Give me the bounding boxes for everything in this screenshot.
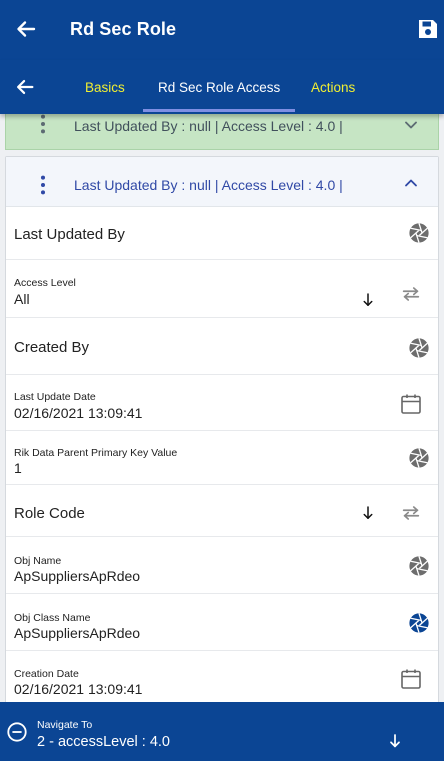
field-creation-date[interactable]: Creation Date 02/16/2021 13:09:41 xyxy=(6,651,438,702)
field-access-level[interactable]: Access Level All xyxy=(6,260,438,318)
field-value: 02/16/2021 13:09:41 xyxy=(14,405,143,421)
swap-icon[interactable] xyxy=(400,283,422,305)
calendar-icon[interactable] xyxy=(399,667,423,691)
tab-basics[interactable]: Basics xyxy=(85,80,125,95)
record-summary: Last Updated By : null | Access Level : … xyxy=(74,118,343,134)
field-obj-class-name[interactable]: Obj Class Name ApSuppliersApRdeo xyxy=(6,594,438,651)
field-role-code[interactable]: Role Code xyxy=(6,485,438,537)
field-label: Access Level xyxy=(14,277,76,289)
save-icon[interactable] xyxy=(416,17,440,41)
tab-actions[interactable]: Actions xyxy=(311,80,355,95)
field-value: All xyxy=(14,291,30,307)
record-card-header[interactable]: Last Updated By : null | Access Level : … xyxy=(6,157,438,207)
field-label: Obj Class Name xyxy=(14,612,91,624)
field-value: ApSuppliersApRdeo xyxy=(14,625,141,641)
record-card-expanded: Last Updated By : null | Access Level : … xyxy=(5,156,439,702)
active-tab-indicator xyxy=(143,109,295,112)
navigate-to-label: Navigate To xyxy=(37,719,93,731)
record-card-collapsed[interactable]: Last Updated By : null | Access Level : … xyxy=(5,114,439,150)
app-bar: Rd Sec Role xyxy=(0,0,444,60)
field-label: Obj Name xyxy=(14,555,62,567)
aperture-icon[interactable] xyxy=(408,337,430,359)
more-vert-icon[interactable] xyxy=(39,174,47,196)
arrow-down-icon[interactable] xyxy=(387,732,403,750)
minus-circle-icon[interactable] xyxy=(6,721,28,743)
calendar-icon[interactable] xyxy=(399,392,423,416)
sort-down-icon[interactable] xyxy=(359,504,377,522)
field-last-update-date[interactable]: Last Update Date 02/16/2021 13:09:41 xyxy=(6,375,438,431)
back-arrow-icon[interactable] xyxy=(14,17,38,41)
tab-back-arrow-icon[interactable] xyxy=(14,76,36,98)
field-label: Last Updated By xyxy=(14,226,125,243)
field-obj-name[interactable]: Obj Name ApSuppliersApRdeo xyxy=(6,537,438,594)
tab-bar: Basics Rd Sec Role Access Actions xyxy=(0,60,444,114)
aperture-icon[interactable] xyxy=(408,612,430,634)
field-label: Created By xyxy=(14,339,90,356)
page-title: Rd Sec Role xyxy=(70,19,177,39)
field-label: Role Code xyxy=(14,505,85,522)
field-created-by[interactable]: Created By xyxy=(6,318,438,375)
field-label: Rik Data Parent Primary Key Value xyxy=(14,447,178,459)
navigate-to-bar[interactable]: Navigate To 2 - accessLevel : 4.0 xyxy=(0,702,444,761)
aperture-icon[interactable] xyxy=(408,222,430,244)
navigate-to-value: 2 - accessLevel : 4.0 xyxy=(37,734,170,750)
sort-down-icon[interactable] xyxy=(359,291,377,309)
field-label: Creation Date xyxy=(14,668,79,680)
swap-icon[interactable] xyxy=(400,502,422,524)
field-rik-data-parent-primary-key-value[interactable]: Rik Data Parent Primary Key Value 1 xyxy=(6,431,438,485)
more-vert-icon[interactable] xyxy=(39,114,47,135)
aperture-icon[interactable] xyxy=(408,447,430,469)
field-value: ApSuppliersApRdeo xyxy=(14,568,141,584)
record-summary: Last Updated By : null | Access Level : … xyxy=(74,177,343,193)
aperture-icon[interactable] xyxy=(408,555,430,577)
field-last-updated-by[interactable]: Last Updated By xyxy=(6,207,438,260)
field-label: Last Update Date xyxy=(14,391,96,403)
record-list[interactable]: Last Updated By : null | Access Level : … xyxy=(0,114,444,702)
chevron-down-icon[interactable] xyxy=(401,115,421,135)
field-value: 02/16/2021 13:09:41 xyxy=(14,681,143,697)
chevron-up-icon[interactable] xyxy=(401,173,421,193)
field-value: 1 xyxy=(14,460,22,476)
tab-rd-sec-role-access[interactable]: Rd Sec Role Access xyxy=(158,80,280,95)
